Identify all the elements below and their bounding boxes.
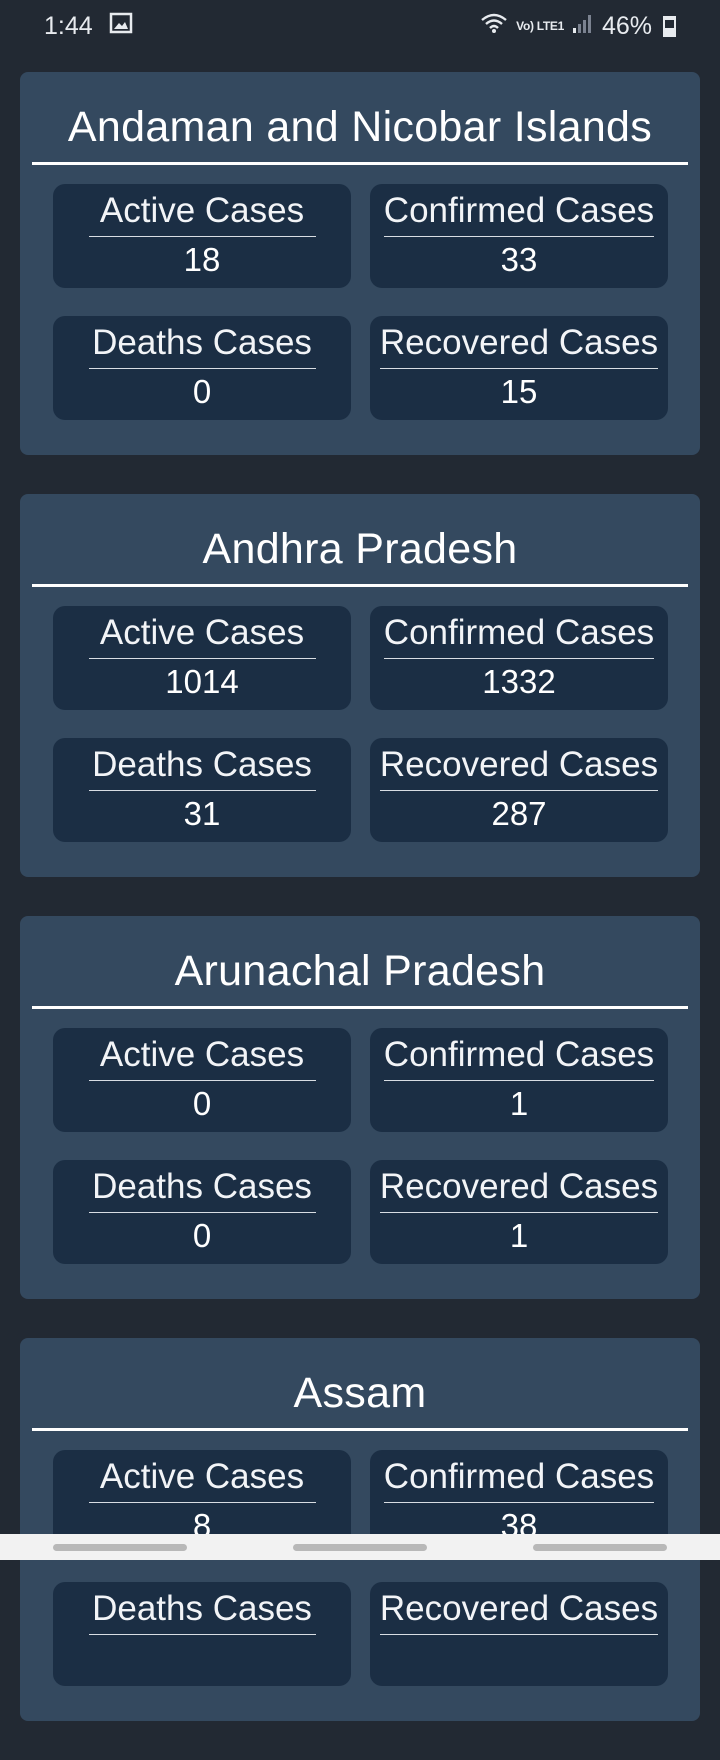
stat-value: 287 <box>491 795 547 832</box>
navigation-bar <box>0 1534 720 1560</box>
state-list[interactable]: Andaman and Nicobar Islands Active Cases… <box>20 72 700 1760</box>
confirmed-cases-box: Confirmed Cases 1332 <box>370 606 668 710</box>
status-bar: 1:44 Vo) LTE1 46% <box>0 0 720 52</box>
stat-label: Recovered Cases <box>379 1589 659 1635</box>
deaths-cases-box: Deaths Cases <box>53 1582 351 1686</box>
stat-label: Confirmed Cases <box>383 1457 655 1503</box>
active-cases-box: Active Cases 18 <box>53 184 351 288</box>
deaths-cases-box: Deaths Cases 31 <box>53 738 351 842</box>
stat-label: Active Cases <box>88 1457 316 1503</box>
battery-icon <box>663 15 676 37</box>
stat-label: Recovered Cases <box>379 745 659 791</box>
state-name: Andhra Pradesh <box>202 525 518 573</box>
state-divider <box>32 162 688 165</box>
stat-label: Deaths Cases <box>88 323 316 369</box>
stat-value: 33 <box>500 241 538 278</box>
stat-value: 15 <box>500 373 538 410</box>
recovered-cases-box: Recovered Cases 287 <box>370 738 668 842</box>
recovered-cases-box: Recovered Cases <box>370 1582 668 1686</box>
stat-value: 0 <box>192 1085 212 1122</box>
confirmed-cases-box: Confirmed Cases 1 <box>370 1028 668 1132</box>
recovered-cases-box: Recovered Cases 1 <box>370 1160 668 1264</box>
stat-value: 31 <box>183 795 221 832</box>
state-card[interactable]: Arunachal Pradesh Active Cases 0 Confirm… <box>20 916 700 1299</box>
state-card[interactable]: Andhra Pradesh Active Cases 1014 Confirm… <box>20 494 700 877</box>
status-time: 1:44 <box>44 11 93 40</box>
state-divider <box>32 1428 688 1431</box>
stat-label: Deaths Cases <box>88 745 316 791</box>
stat-grid: Active Cases 1014 Confirmed Cases 1332 D… <box>53 606 700 842</box>
stat-label: Recovered Cases <box>379 323 659 369</box>
stat-label: Active Cases <box>88 1035 316 1081</box>
stat-label: Deaths Cases <box>88 1589 316 1635</box>
stat-value: 1 <box>509 1217 529 1254</box>
stat-label: Confirmed Cases <box>383 1035 655 1081</box>
deaths-cases-box: Deaths Cases 0 <box>53 316 351 420</box>
network-label: Vo) LTE1 <box>516 19 564 33</box>
state-divider <box>32 584 688 587</box>
stat-value: 1332 <box>482 663 556 700</box>
state-name: Andaman and Nicobar Islands <box>67 103 653 151</box>
stat-label: Deaths Cases <box>88 1167 316 1213</box>
stat-value: 18 <box>183 241 221 278</box>
state-name: Arunachal Pradesh <box>174 947 546 995</box>
recents-handle[interactable] <box>53 1543 187 1551</box>
stat-value: 0 <box>192 373 212 410</box>
stat-label: Confirmed Cases <box>383 613 655 659</box>
stat-label: Active Cases <box>88 191 316 237</box>
stat-grid: Active Cases 8 Confirmed Cases 38 Deaths… <box>53 1450 700 1686</box>
stat-grid: Active Cases 0 Confirmed Cases 1 Deaths … <box>53 1028 700 1264</box>
active-cases-box: Active Cases 1014 <box>53 606 351 710</box>
battery-level: 46% <box>601 11 652 40</box>
state-name: Assam <box>293 1369 427 1417</box>
stat-label: Recovered Cases <box>379 1167 659 1213</box>
active-cases-box: Active Cases 0 <box>53 1028 351 1132</box>
stat-label: Confirmed Cases <box>383 191 655 237</box>
state-divider <box>32 1006 688 1009</box>
confirmed-cases-box: Confirmed Cases 33 <box>370 184 668 288</box>
stat-label: Active Cases <box>88 613 316 659</box>
deaths-cases-box: Deaths Cases 0 <box>53 1160 351 1264</box>
state-card[interactable]: Assam Active Cases 8 Confirmed Cases 38 … <box>20 1338 700 1721</box>
back-handle[interactable] <box>533 1543 667 1551</box>
state-card[interactable]: Andaman and Nicobar Islands Active Cases… <box>20 72 700 455</box>
signal-icon <box>572 12 594 41</box>
stat-grid: Active Cases 18 Confirmed Cases 33 Death… <box>53 184 700 420</box>
home-handle[interactable] <box>293 1543 427 1551</box>
gallery-icon <box>109 11 133 42</box>
stat-value: 1014 <box>165 663 239 700</box>
stat-value: 0 <box>192 1217 212 1254</box>
recovered-cases-box: Recovered Cases 15 <box>370 316 668 420</box>
wifi-icon <box>480 12 508 41</box>
stat-value: 1 <box>509 1085 529 1122</box>
